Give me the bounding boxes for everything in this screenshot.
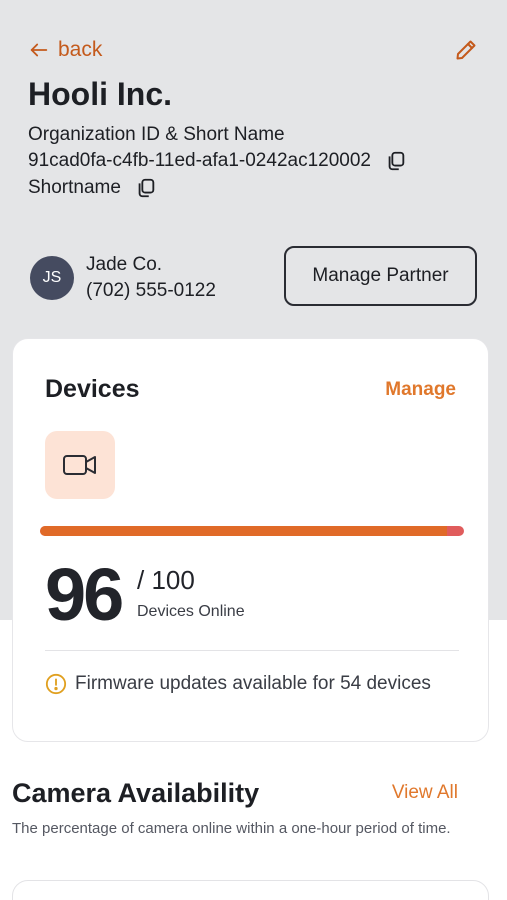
partner-phone: (702) 555-0122: [86, 280, 216, 301]
view-all-link[interactable]: View All: [392, 782, 458, 804]
shortname-value: Shortname: [28, 177, 121, 198]
pencil-icon: [454, 38, 478, 62]
camera-availability-description: The percentage of camera online within a…: [12, 820, 451, 837]
org-id-row: 91cad0fa-c4fb-11ed-afa1-0242ac120002: [28, 150, 407, 172]
copy-icon[interactable]: [385, 150, 407, 172]
avatar: JS: [30, 256, 74, 300]
video-camera-icon: [62, 451, 98, 479]
progress-fill: [40, 526, 448, 536]
arrow-left-icon: [28, 39, 50, 61]
devices-online-count: 96: [45, 553, 124, 636]
partner-name: Jade Co.: [86, 254, 163, 275]
org-meta-label: Organization ID & Short Name: [28, 124, 285, 145]
devices-online-label: Devices Online: [137, 603, 245, 620]
devices-online-progress: [40, 526, 464, 536]
org-id-value: 91cad0fa-c4fb-11ed-afa1-0242ac120002: [28, 150, 371, 171]
firmware-notice[interactable]: Firmware updates available for 54 device…: [45, 673, 431, 695]
back-label: back: [58, 38, 103, 61]
copy-icon[interactable]: [135, 177, 157, 199]
partner-details: Jade Co. (702) 555-0122: [86, 252, 216, 304]
devices-title: Devices: [45, 375, 140, 403]
divider: [45, 650, 459, 651]
shortname-row: Shortname: [28, 177, 157, 199]
devices-card: Devices Manage 96 / 100 Devices Online F…: [12, 338, 489, 742]
manage-partner-button[interactable]: Manage Partner: [284, 246, 477, 306]
warning-circle-icon: [45, 673, 67, 695]
back-button[interactable]: back: [28, 36, 102, 64]
devices-total: / 100: [137, 565, 195, 595]
firmware-text: Firmware updates available for 54 device…: [75, 673, 431, 694]
camera-device-tile[interactable]: [45, 431, 115, 499]
camera-availability-card: [12, 880, 489, 900]
page-title: Hooli Inc.: [28, 76, 172, 112]
partner-info: JS Jade Co. (702) 555-0122: [30, 252, 216, 304]
edit-button[interactable]: [452, 36, 480, 64]
manage-devices-link[interactable]: Manage: [385, 379, 456, 401]
camera-availability-title: Camera Availability: [12, 778, 260, 808]
